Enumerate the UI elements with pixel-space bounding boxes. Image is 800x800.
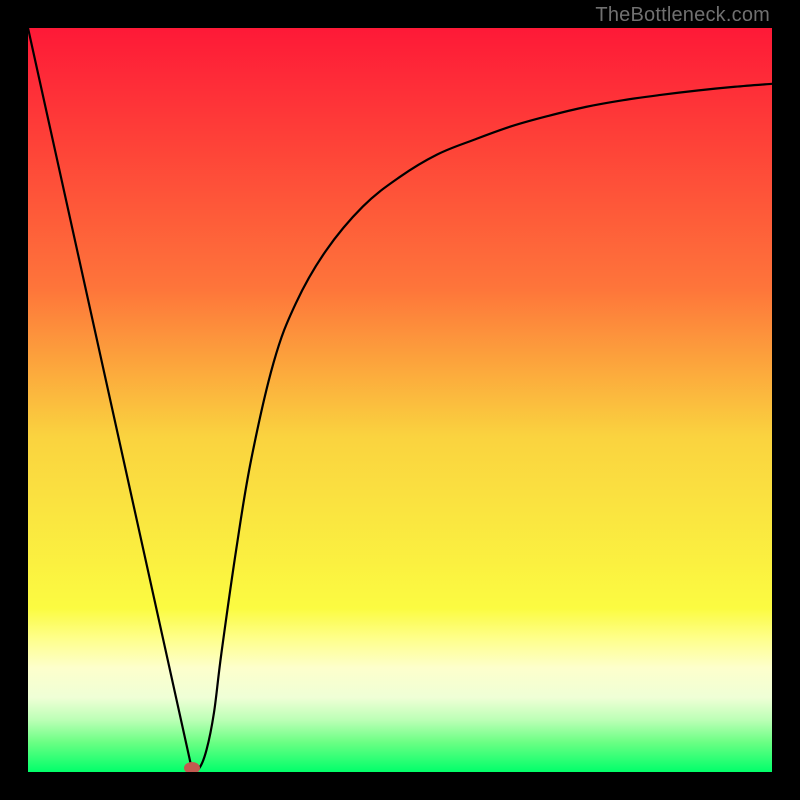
plot-area — [28, 28, 772, 772]
watermark-text: TheBottleneck.com — [595, 4, 770, 27]
optimum-marker — [184, 762, 200, 772]
chart-frame: TheBottleneck.com — [0, 0, 800, 800]
bottleneck-curve — [28, 28, 772, 772]
